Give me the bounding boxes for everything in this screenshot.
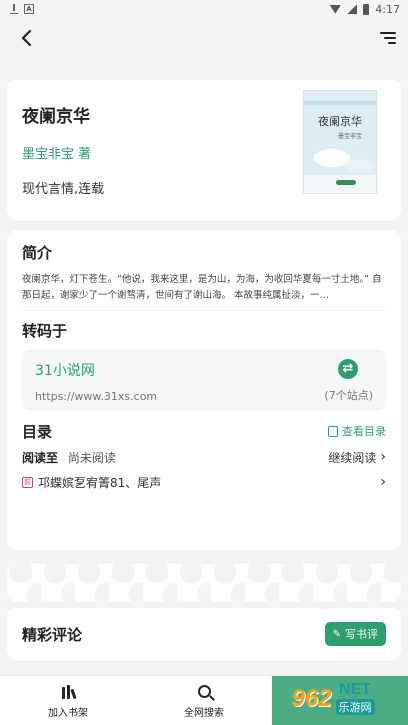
book-cover[interactable]: 夜阑京华 墨宝非宝 xyxy=(303,90,377,194)
latest-chapter: 邛蝶嫔乭宥箐81、尾声 xyxy=(38,475,162,490)
book-info-card: 夜阑京华 墨宝非宝 著 现代言情,连载 夜阑京华 墨宝非宝 xyxy=(7,80,401,220)
swap-source-icon[interactable]: ⇄ xyxy=(338,359,358,379)
read-progress-row[interactable]: 阅读至 尚未阅读 继续阅读 › xyxy=(22,444,386,470)
wifi-icon xyxy=(329,4,342,14)
notification-a-icon: A xyxy=(24,4,34,14)
details-card: 简介 夜阑京华，灯下苍生。“他说，我来这里，是为山，为海，为收回华夏每一寸土地。… xyxy=(7,230,401,550)
watermark-logo: 962 xyxy=(291,685,332,712)
source-site-name: 31小说网 xyxy=(35,363,95,379)
continue-reading-button[interactable]: 继续阅读 › xyxy=(328,449,386,466)
book-list-icon xyxy=(328,425,338,437)
add-to-shelf-button[interactable]: 加入书架 xyxy=(0,676,136,725)
read-value: 尚未阅读 xyxy=(67,450,116,465)
chevron-right-icon: › xyxy=(380,474,386,490)
back-arrow-icon[interactable] xyxy=(14,26,38,50)
status-left: A xyxy=(10,4,34,14)
intro-text[interactable]: 夜阑京华，灯下苍生。“他说，我来这里，是为山，为海，为收回华夏每一寸土地。” 自… xyxy=(22,272,386,304)
toc-heading: 目录 xyxy=(22,422,53,441)
status-right: 4:17 xyxy=(329,3,400,16)
cover-leaf xyxy=(336,180,356,185)
source-site-url: https://www.31xs.com xyxy=(35,390,158,403)
reviews-heading: 精彩评论 xyxy=(22,625,83,644)
signal-icon xyxy=(347,4,358,14)
site-watermark: 962 NET 乐游网 xyxy=(264,677,402,721)
watermark-cn: 乐游网 xyxy=(335,699,375,715)
cover-subtitle: 墨宝非宝 xyxy=(338,133,363,140)
web-search-label: 全网搜索 xyxy=(184,707,224,719)
continue-reading-label: 继续阅读 xyxy=(328,450,377,465)
status-bar: A 4:17 xyxy=(0,0,408,18)
divider xyxy=(22,310,386,311)
read-label: 阅读至 xyxy=(22,450,59,465)
chevron-right-icon: › xyxy=(380,449,386,465)
cover-title: 夜阑京华 xyxy=(318,115,362,128)
status-time: 4:17 xyxy=(375,2,400,16)
toc-header: 目录 查看目录 xyxy=(22,421,386,441)
add-to-shelf-label: 加入书架 xyxy=(48,707,88,719)
battery-icon xyxy=(363,3,370,15)
top-bar xyxy=(0,18,408,58)
write-review-label: 写书评 xyxy=(345,628,378,641)
bookshelf-icon xyxy=(61,684,77,699)
search-icon xyxy=(197,685,211,698)
web-search-button[interactable]: 全网搜索 xyxy=(136,676,272,725)
reviews-card: 精彩评论 ✎ 写书评 xyxy=(7,608,401,660)
write-review-button[interactable]: ✎ 写书评 xyxy=(324,622,386,646)
view-toc-link[interactable]: 查看目录 xyxy=(328,423,386,439)
watermark-net: NET xyxy=(339,681,372,698)
source-box[interactable]: 31小说网 https://www.31xs.com ⇄ (7个站点) xyxy=(22,349,386,411)
view-toc-label: 查看目录 xyxy=(342,425,386,438)
site-count[interactable]: (7个站点) xyxy=(324,387,373,403)
decorative-scallop xyxy=(7,564,401,602)
cover-band xyxy=(304,101,376,105)
download-icon xyxy=(10,4,18,14)
pen-icon: ✎ xyxy=(332,628,341,640)
latest-chapter-row[interactable]: 前 邛蝶嫔乭宥箐81、尾声 › xyxy=(22,470,386,494)
chapter-icon: 前 xyxy=(22,476,33,488)
sort-menu-icon[interactable] xyxy=(372,26,396,50)
intro-heading: 简介 xyxy=(22,244,53,262)
cover-cloud xyxy=(344,159,374,173)
source-heading: 转码于 xyxy=(22,322,68,340)
